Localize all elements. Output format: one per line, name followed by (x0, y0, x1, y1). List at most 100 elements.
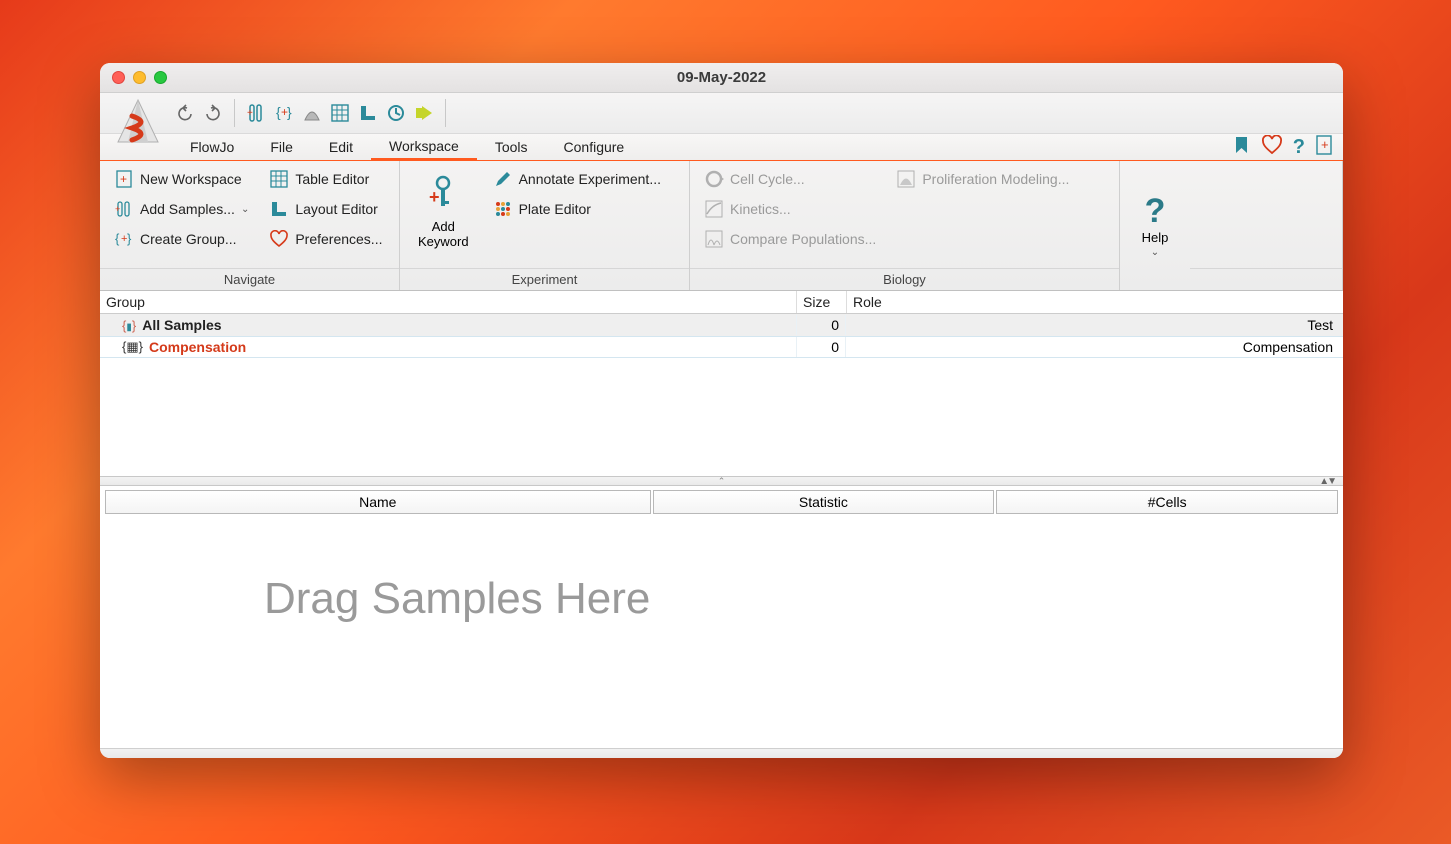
col-header-size[interactable]: Size (796, 291, 846, 313)
kinetics-label: Kinetics... (730, 201, 791, 217)
key-plus-icon: + (426, 173, 460, 218)
plate-icon (493, 199, 513, 219)
svg-text:{: { (115, 231, 120, 246)
preferences-button[interactable]: Preferences... (263, 227, 388, 251)
forward-icon[interactable] (411, 100, 437, 126)
groups-header-row: Group Size Role (100, 291, 1343, 314)
splitter-handle[interactable]: ⌃ ▲▼ (100, 476, 1343, 486)
ribbon-blank (1190, 161, 1343, 290)
menu-file[interactable]: File (252, 135, 311, 159)
layout-editor-icon[interactable] (355, 100, 381, 126)
layout-editor-button[interactable]: Layout Editor (263, 197, 388, 221)
proliferation-button[interactable]: Proliferation Modeling... (890, 167, 1075, 191)
layout-icon (269, 199, 289, 219)
menu-flowjo[interactable]: FlowJo (172, 135, 252, 159)
app-window: 09-May-2022 + {}+ (100, 63, 1343, 758)
samples-drop-area[interactable]: Drag Samples Here (104, 514, 1339, 744)
groups-panel: Group Size Role {▮} All Samples 0 Test {… (100, 291, 1343, 476)
help-icon[interactable]: ? (1293, 136, 1305, 159)
annotate-experiment-button[interactable]: Annotate Experiment... (487, 167, 667, 191)
help-label: Help (1142, 230, 1169, 245)
braces-plus-icon: {}+ (114, 229, 134, 249)
bookmark-icon[interactable] (1233, 135, 1251, 160)
refresh-icon[interactable] (383, 100, 409, 126)
help-button[interactable]: ? Help ⌄ (1142, 194, 1169, 258)
new-workspace-label: New Workspace (140, 171, 242, 187)
table-editor-button[interactable]: Table Editor (263, 167, 388, 191)
cell-cycle-button[interactable]: Cell Cycle... (698, 167, 882, 191)
preferences-label: Preferences... (295, 231, 382, 247)
cell-cycle-label: Cell Cycle... (730, 171, 805, 187)
ribbon-group-help: ? Help ⌄ (1120, 161, 1190, 290)
heart-icon (269, 229, 289, 249)
status-bar (100, 748, 1343, 758)
col-header-cells[interactable]: #Cells (996, 490, 1338, 514)
col-header-group[interactable]: Group (100, 291, 796, 313)
svg-text:+: + (120, 172, 127, 186)
titlebar: 09-May-2022 (100, 63, 1343, 93)
menu-configure[interactable]: Configure (546, 135, 643, 159)
plate-editor-button[interactable]: Plate Editor (487, 197, 667, 221)
chevron-down-icon: ⌄ (1151, 247, 1159, 258)
group-row-compensation[interactable]: {▦} Compensation 0 Compensation (100, 336, 1343, 358)
proliferation-label: Proliferation Modeling... (922, 171, 1069, 187)
expand-arrows-icon: ▲▼ (1319, 476, 1335, 487)
separator (234, 99, 235, 127)
table-icon (269, 169, 289, 189)
svg-text:+: + (121, 233, 127, 245)
gate-icon[interactable] (299, 100, 325, 126)
table-editor-icon[interactable] (327, 100, 353, 126)
undo-button[interactable] (172, 100, 198, 126)
drop-placeholder: Drag Samples Here (264, 574, 650, 624)
proliferation-icon (896, 169, 916, 189)
ribbon-group-label: Navigate (100, 268, 399, 290)
ribbon: + New Workspace + Add Samples... ⌄ {}+ C… (100, 161, 1343, 291)
pencil-icon (493, 169, 513, 189)
menu-workspace[interactable]: Workspace (371, 134, 477, 160)
col-header-statistic[interactable]: Statistic (653, 490, 995, 514)
app-logo-icon (110, 94, 166, 150)
compare-populations-label: Compare Populations... (730, 231, 876, 247)
heart-icon[interactable] (1261, 135, 1283, 160)
menu-edit[interactable]: Edit (311, 135, 371, 159)
new-doc-icon: + (114, 169, 134, 189)
svg-text:+: + (281, 105, 288, 119)
chevron-down-icon: ⌄ (241, 204, 249, 215)
test-tubes-icon: + (114, 199, 134, 219)
separator (445, 99, 446, 127)
col-header-role[interactable]: Role (846, 291, 1343, 313)
ribbon-group-label: Experiment (400, 268, 689, 290)
cycle-icon (704, 169, 724, 189)
add-keyword-label: Add Keyword (418, 220, 469, 250)
samples-header-row: Name Statistic #Cells (104, 490, 1339, 514)
layout-editor-label: Layout Editor (295, 201, 378, 217)
group-size: 0 (796, 337, 846, 357)
col-header-name[interactable]: Name (105, 490, 651, 514)
compare-populations-button[interactable]: Compare Populations... (698, 227, 882, 251)
create-group-button[interactable]: {}+ Create Group... (108, 227, 255, 251)
window-title: 09-May-2022 (100, 69, 1343, 86)
create-group-icon[interactable]: {}+ (271, 100, 297, 126)
new-workspace-button[interactable]: + New Workspace (108, 167, 255, 191)
menubar-right-icons: ? + (1233, 134, 1343, 161)
braces-icon: {▮} (122, 318, 136, 333)
group-name: Compensation (149, 339, 246, 355)
group-role: Compensation (846, 337, 1343, 357)
add-samples-label: Add Samples... (140, 201, 235, 217)
svg-text:}: } (127, 231, 132, 246)
add-samples-button[interactable]: + Add Samples... ⌄ (108, 197, 255, 221)
group-name: All Samples (142, 317, 221, 333)
kinetics-icon (704, 199, 724, 219)
group-row-all-samples[interactable]: {▮} All Samples 0 Test (100, 314, 1343, 336)
svg-text:+: + (115, 204, 120, 214)
add-keyword-button[interactable]: + Add Keyword (408, 167, 479, 256)
create-group-label: Create Group... (140, 231, 237, 247)
svg-text:+: + (429, 187, 440, 207)
new-doc-icon[interactable]: + (1315, 134, 1333, 161)
kinetics-button[interactable]: Kinetics... (698, 197, 882, 221)
table-editor-label: Table Editor (295, 171, 369, 187)
menu-tools[interactable]: Tools (477, 135, 546, 159)
add-samples-icon[interactable]: + (243, 100, 269, 126)
svg-text:+: + (247, 108, 253, 119)
redo-button[interactable] (200, 100, 226, 126)
